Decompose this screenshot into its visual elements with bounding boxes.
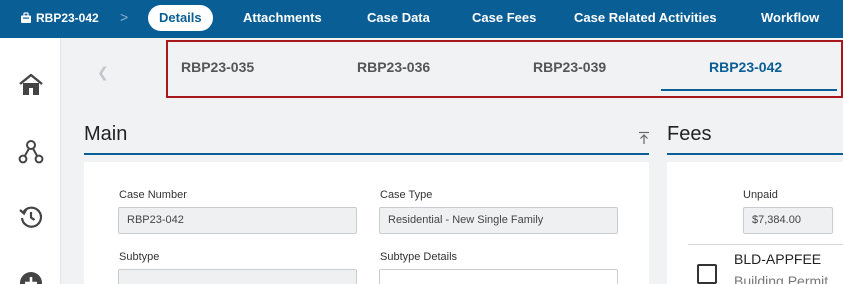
- case-number-field: RBP23-042: [118, 207, 357, 234]
- subtype-details-field[interactable]: [379, 269, 618, 284]
- case-tab-item[interactable]: RBP23-036: [357, 59, 430, 75]
- tab-case-related-activities[interactable]: Case Related Activities: [574, 10, 717, 25]
- tab-workflow[interactable]: Workflow: [761, 10, 819, 25]
- top-nav-bar: RBP23-042 > Details Attachments Case Dat…: [0, 0, 843, 38]
- home-icon[interactable]: [18, 72, 44, 98]
- unpaid-label: Unpaid: [743, 189, 778, 201]
- fees-section-divider: [667, 153, 843, 155]
- fee-description: Building Permit: [734, 273, 829, 284]
- chevron-left-icon[interactable]: ❮: [97, 64, 109, 81]
- fees-section-title: Fees: [667, 123, 712, 145]
- tab-attachments[interactable]: Attachments: [243, 10, 322, 25]
- main-section-title: Main: [84, 123, 128, 145]
- tab-case-data[interactable]: Case Data: [367, 10, 430, 25]
- tab-case-fees[interactable]: Case Fees: [472, 10, 536, 25]
- case-tab-strip: RBP23-035 RBP23-036 RBP23-039 RBP23-042: [166, 40, 843, 98]
- case-tab-item-active[interactable]: RBP23-042: [709, 59, 782, 75]
- case-number-label: Case Number: [119, 189, 187, 201]
- case-tab-item[interactable]: RBP23-039: [533, 59, 606, 75]
- tab-details[interactable]: Details: [148, 5, 213, 31]
- fee-list-divider: [688, 244, 843, 245]
- chevron-right-icon: >: [120, 9, 129, 25]
- case-type-field: Residential - New Single Family: [379, 207, 618, 234]
- left-rail: [0, 38, 61, 284]
- main-section-divider: [84, 153, 649, 155]
- briefcase-icon: [21, 12, 31, 23]
- case-id-label: RBP23-042: [36, 11, 99, 25]
- case-id-breadcrumb[interactable]: RBP23-042: [20, 11, 99, 25]
- subtype-details-label: Subtype Details: [380, 251, 458, 263]
- subtype-label: Subtype: [119, 251, 160, 263]
- unpaid-amount-field: $7,384.00: [743, 207, 833, 234]
- active-tab-indicator: [661, 89, 837, 91]
- subtype-field: [118, 269, 357, 284]
- case-tab-item[interactable]: RBP23-035: [181, 59, 254, 75]
- case-type-label: Case Type: [380, 189, 433, 201]
- history-icon[interactable]: [18, 204, 44, 230]
- collapse-icon[interactable]: [638, 131, 650, 145]
- add-circle-icon[interactable]: [18, 270, 44, 284]
- network-icon[interactable]: [18, 138, 44, 164]
- fee-checkbox[interactable]: [697, 264, 717, 284]
- fee-code: BLD-APPFEE: [734, 251, 822, 267]
